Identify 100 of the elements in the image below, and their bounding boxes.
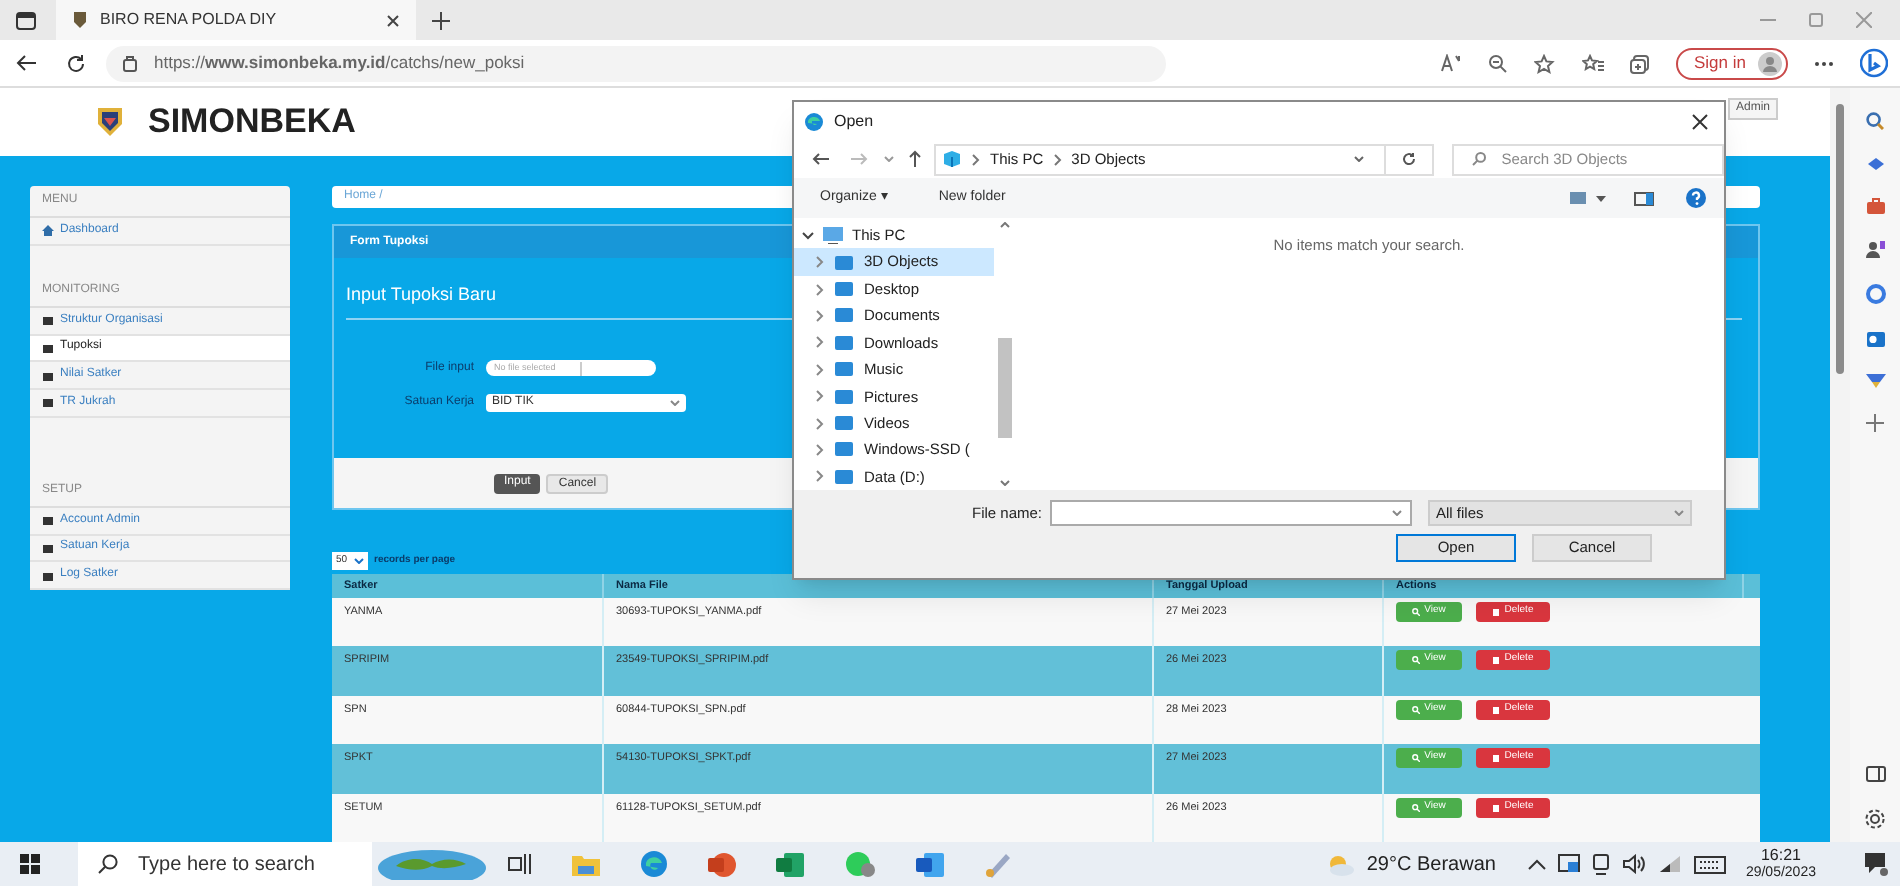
zoom-out-icon[interactable] <box>1488 53 1508 73</box>
folder-icon <box>834 440 856 459</box>
favorites-icon[interactable] <box>1582 53 1604 73</box>
folder-icon <box>834 253 856 272</box>
star-icon[interactable] <box>1534 53 1556 73</box>
folder-icon[interactable] <box>572 853 600 875</box>
back-icon[interactable] <box>812 152 830 166</box>
settings-icon[interactable] <box>1864 808 1886 830</box>
folder-icon <box>834 387 856 406</box>
browser-tab[interactable]: BIRO RENA POLDA DIY <box>56 0 416 40</box>
chevron-icon <box>814 363 826 376</box>
trash-icon <box>1492 656 1501 664</box>
funnel-icon[interactable] <box>1865 374 1885 388</box>
trash-icon <box>1492 754 1501 762</box>
dialog-title: Open <box>834 109 874 133</box>
back-icon[interactable] <box>16 54 38 72</box>
signal-icon[interactable] <box>1657 854 1682 874</box>
scrollbar[interactable] <box>1830 88 1850 842</box>
folder-icon <box>834 280 856 299</box>
search-icon[interactable] <box>1866 112 1884 130</box>
refresh-button[interactable] <box>1386 143 1434 175</box>
tab-actions-icon[interactable] <box>16 11 36 29</box>
address-bar[interactable]: https://www.simonbeka.my.id/catchs/new_poksi <box>106 45 1166 81</box>
collections-icon[interactable] <box>1630 53 1650 73</box>
meet-icon[interactable] <box>1591 853 1610 875</box>
chevron-icon <box>814 336 826 349</box>
folder-icon <box>834 414 856 433</box>
scrollbar-thumb[interactable] <box>1836 104 1844 374</box>
folder-icon <box>834 467 856 486</box>
caret-icon[interactable] <box>884 156 894 162</box>
briefcase-icon[interactable] <box>1865 198 1885 214</box>
square-icon <box>42 396 54 409</box>
shield-logo-icon <box>96 106 124 138</box>
trash-icon <box>1492 705 1501 713</box>
notification-icon[interactable] <box>1864 852 1888 876</box>
close-icon[interactable] <box>386 13 400 27</box>
help-icon[interactable] <box>1686 188 1706 208</box>
caret-icon <box>1674 510 1685 516</box>
folder-icon <box>834 306 856 325</box>
close-icon[interactable] <box>1692 113 1708 129</box>
weather-text[interactable]: 29°C Berawan <box>1366 849 1496 879</box>
folder-icon <box>834 360 856 379</box>
square-icon <box>42 569 54 582</box>
people-icon[interactable] <box>1865 240 1885 258</box>
lock-icon <box>122 54 138 72</box>
caret-icon <box>1392 510 1403 516</box>
square-icon <box>42 541 54 554</box>
keyboard-icon[interactable] <box>1693 855 1726 873</box>
avatar-icon <box>1758 51 1782 75</box>
read-aloud-icon[interactable] <box>1440 54 1462 72</box>
refresh-icon <box>1402 152 1417 166</box>
globe-icon[interactable] <box>376 848 488 880</box>
caret-icon <box>670 399 680 406</box>
search-icon <box>1412 803 1421 811</box>
cube-icon <box>942 150 962 168</box>
new-tab-icon[interactable] <box>432 11 450 29</box>
chevron-icon <box>814 256 826 269</box>
caret-icon[interactable] <box>1596 195 1606 201</box>
caret-icon[interactable] <box>1354 156 1365 162</box>
scroll-down-icon[interactable] <box>999 480 1009 486</box>
caret-icon <box>354 558 364 565</box>
search-icon <box>1471 152 1486 166</box>
display-icon[interactable] <box>1557 854 1580 874</box>
up-icon[interactable] <box>908 150 922 168</box>
scroll-up-icon[interactable] <box>999 222 1009 228</box>
task-view-icon[interactable] <box>508 854 532 874</box>
square-icon <box>42 314 54 327</box>
square-icon <box>42 369 54 382</box>
chevron-icon <box>972 153 980 165</box>
chevron-icon <box>814 390 826 403</box>
clock-time[interactable]: 16:21 <box>1760 846 1801 864</box>
chevron-up-icon[interactable] <box>1527 858 1546 870</box>
site-brand: SIMONBEKA <box>148 100 356 145</box>
taskbar-search[interactable]: Type here to search <box>78 842 372 886</box>
square-icon <box>42 341 54 354</box>
search-icon <box>1412 754 1421 762</box>
refresh-icon[interactable] <box>66 53 86 73</box>
tree-scrollbar[interactable] <box>994 218 1014 490</box>
file-name-field[interactable] <box>1050 500 1413 526</box>
sidebar-toggle-icon[interactable] <box>1865 766 1885 782</box>
chevron-icon <box>802 229 814 242</box>
computer-icon <box>822 226 844 245</box>
sign-in-button[interactable]: Sign in <box>1676 47 1788 79</box>
add-icon[interactable] <box>1866 414 1884 432</box>
ring-icon[interactable] <box>1865 284 1885 304</box>
chevron-icon <box>1053 153 1062 165</box>
preview-pane-icon[interactable] <box>1634 191 1654 205</box>
speaker-icon[interactable] <box>1621 854 1646 874</box>
home-icon <box>42 224 54 237</box>
chevron-icon <box>814 470 826 483</box>
trash-icon <box>1492 803 1501 811</box>
scrollbar-thumb[interactable] <box>997 338 1011 438</box>
search-icon <box>98 854 118 874</box>
more-icon[interactable] <box>1814 59 1834 67</box>
search-icon <box>1412 656 1421 664</box>
start-icon[interactable] <box>20 854 40 874</box>
shield-icon <box>72 10 88 30</box>
form-heading: Input Tupoksi Baru <box>346 282 497 309</box>
folder-icon <box>834 333 856 352</box>
tab-title: BIRO RENA POLDA DIY <box>100 8 279 32</box>
